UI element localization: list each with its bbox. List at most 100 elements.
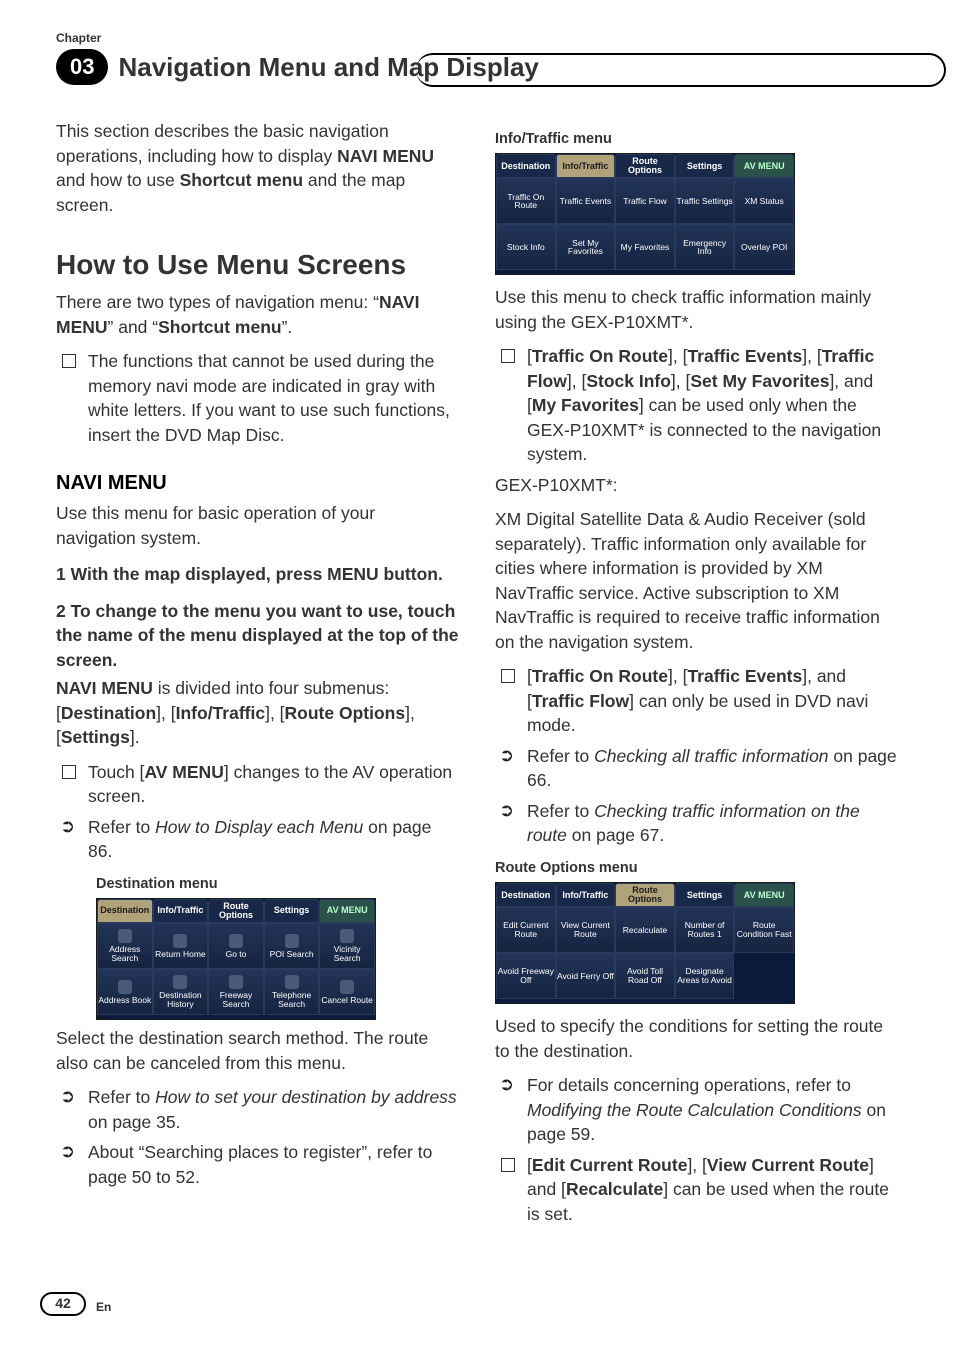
tab-info-traffic[interactable]: Info/Traffic [153,899,209,923]
tab-av-menu[interactable]: AV MENU [734,154,794,178]
text-bold: Shortcut menu [158,317,281,337]
btn-return-home[interactable]: Return Home [153,923,209,969]
route-options-menu-screenshot: Destination Info/Traffic Route Options S… [495,882,795,1004]
btn-set-my-favorites[interactable]: Set My Favorites [556,224,616,270]
btn-overlay-poi[interactable]: Overlay POI [734,224,794,270]
figure-caption-info-traffic: Info/Traffic menu [495,129,898,149]
figure-caption-destination: Destination menu [96,874,459,894]
text: and how to use [56,170,180,190]
btn-traffic-events[interactable]: Traffic Events [556,178,616,224]
destination-menu-screenshot: Destination Info/Traffic Route Options S… [96,898,376,1020]
paragraph: Use this menu to check traffic informati… [495,285,898,334]
text: Refer to [527,801,594,821]
tab-info-traffic[interactable]: Info/Traffic [556,883,616,907]
note-item: The functions that cannot be used during… [88,349,459,447]
text: ], [ [802,346,821,366]
tab-destination[interactable]: Destination [496,883,556,907]
btn-traffic-on-route[interactable]: Traffic On Route [496,178,556,224]
btn-traffic-flow[interactable]: Traffic Flow [615,178,675,224]
paragraph: Used to specify the conditions for setti… [495,1014,898,1063]
tab-settings[interactable]: Settings [675,883,735,907]
btn-telephone-search[interactable]: Telephone Search [264,969,320,1015]
btn-number-of-routes[interactable]: Number of Routes 1 [675,907,735,953]
btn-avoid-toll-road[interactable]: Avoid Toll Road Off [615,953,675,999]
text-bold: Destination [61,703,156,723]
btn-xm-status[interactable]: XM Status [734,178,794,224]
btn-emergency-info[interactable]: Emergency Info [675,224,735,270]
bullet-item: [Traffic On Route], [Traffic Events], an… [527,664,898,738]
tab-destination[interactable]: Destination [496,154,556,178]
label: Avoid Freeway Off [497,967,555,985]
text-bold: Traffic On Route [532,666,668,686]
label: Avoid Ferry Off [557,972,614,981]
step-1: 1 With the map displayed, press MENU but… [56,562,459,587]
text: on page 35. [88,1112,180,1132]
btn-avoid-ferry[interactable]: Avoid Ferry Off [556,953,616,999]
chapter-title: Navigation Menu and Map Display [118,49,538,85]
star-icon [229,934,243,948]
left-column: This section describes the basic navigat… [56,119,459,1232]
btn-avoid-freeway[interactable]: Avoid Freeway Off [496,953,556,999]
text: Touch [ [88,762,144,782]
btn-address-book[interactable]: Address Book [97,969,153,1015]
btn-edit-current-route[interactable]: Edit Current Route [496,907,556,953]
label: Destination History [154,991,208,1009]
ref-item: Refer to How to Display each Menu on pag… [88,815,459,864]
label: Avoid Toll Road Off [616,967,674,985]
freeway-icon [229,975,243,989]
text-bold: Traffic Events [687,666,802,686]
figure-caption-route-options: Route Options menu [495,858,898,878]
label: Go to [226,950,247,959]
text-italic: Checking all traffic information [594,746,828,766]
btn-address-search[interactable]: Address Search [97,923,153,969]
label: Vicinity Search [320,945,374,963]
btn-traffic-settings[interactable]: Traffic Settings [675,178,735,224]
btn-go-to[interactable]: Go to [208,923,264,969]
tab-av-menu[interactable]: AV MENU [734,883,794,907]
tab-av-menu[interactable]: AV MENU [319,899,375,923]
btn-recalculate[interactable]: Recalculate [615,907,675,953]
label: POI Search [270,950,314,959]
btn-poi-search[interactable]: POI Search [264,923,320,969]
step-2: 2 To change to the menu you want to use,… [56,599,459,673]
label: Designate Areas to Avoid [676,967,734,985]
text-bold: Shortcut menu [180,170,303,190]
bullet-item: [Traffic On Route], [Traffic Events], [T… [527,344,898,467]
tab-route-options[interactable]: Route Options [615,883,675,907]
bullet-item: [Edit Current Route], [View Current Rout… [527,1153,898,1227]
tab-settings[interactable]: Settings [675,154,735,178]
btn-destination-history[interactable]: Destination History [153,969,209,1015]
intro-paragraph: This section describes the basic navigat… [56,119,459,217]
text-bold: AV MENU [144,762,223,782]
btn-cancel-route[interactable]: Cancel Route [319,969,375,1015]
text-bold: NAVI MENU [56,678,153,698]
text: ”. [282,317,293,337]
btn-my-favorites[interactable]: My Favorites [615,224,675,270]
text: on page 67. [567,825,664,845]
btn-stock-info[interactable]: Stock Info [496,224,556,270]
btn-vicinity-search[interactable]: Vicinity Search [319,923,375,969]
tab-info-traffic[interactable]: Info/Traffic [556,154,616,178]
language-label: En [96,1299,111,1316]
history-icon [173,975,187,989]
tab-settings[interactable]: Settings [264,899,320,923]
btn-freeway-search[interactable]: Freeway Search [208,969,264,1015]
text-bold: My Favorites [532,395,639,415]
tab-route-options[interactable]: Route Options [615,154,675,178]
paragraph: GEX-P10XMT*: [495,473,898,498]
label: Set My Favorites [557,239,615,257]
ref-item: About “Searching places to register”, re… [88,1140,459,1189]
btn-route-condition[interactable]: Route Condition Fast [734,907,794,953]
text-bold: Traffic Flow [532,691,629,711]
chapter-header: 03 Navigation Menu and Map Display [56,49,898,85]
tab-destination[interactable]: Destination [97,899,153,923]
text: For details concerning operations, refer… [527,1075,851,1095]
text-bold: Set My Favorites [690,371,829,391]
text: Refer to [88,1087,155,1107]
btn-designate-areas-avoid[interactable]: Designate Areas to Avoid [675,953,735,999]
subsection-heading: NAVI MENU [56,469,459,497]
bullet-item: Touch [AV MENU] changes to the AV operat… [88,760,459,809]
label: Traffic Flow [623,197,666,206]
tab-route-options[interactable]: Route Options [208,899,264,923]
btn-view-current-route[interactable]: View Current Route [556,907,616,953]
